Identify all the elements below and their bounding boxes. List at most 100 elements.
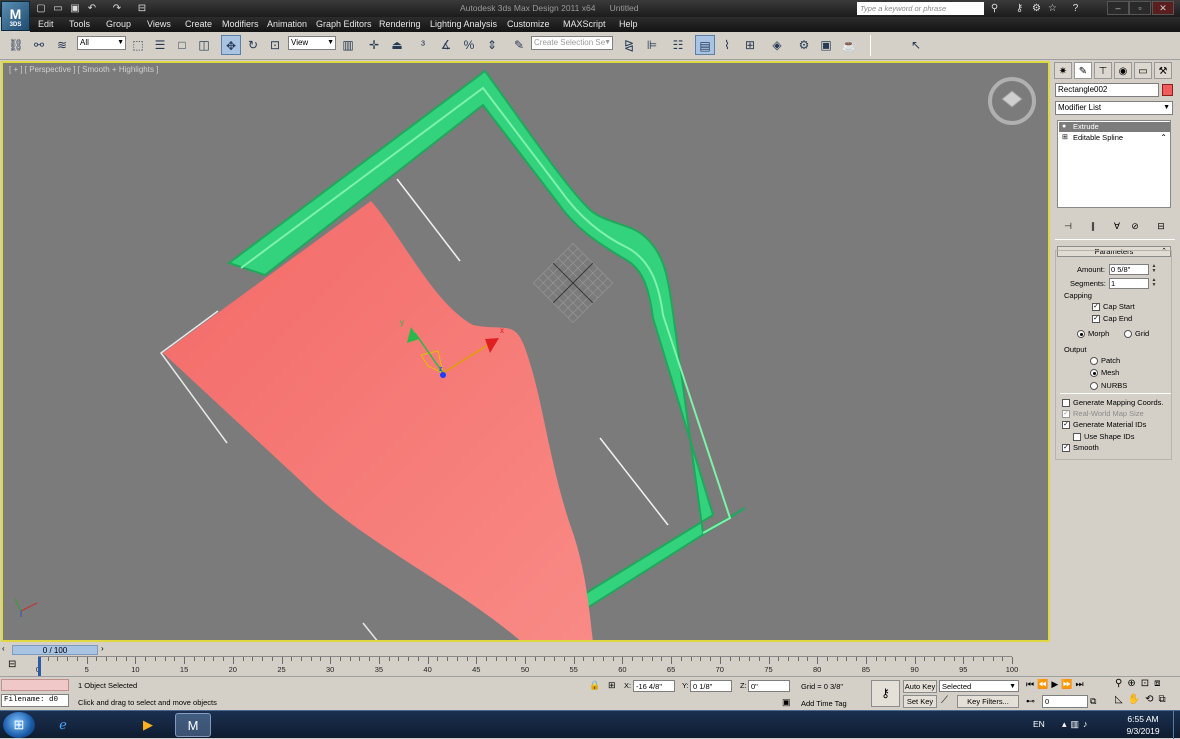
volume-icon[interactable]: ♪ xyxy=(1083,719,1092,729)
lock-selection-icon[interactable]: 🔒 xyxy=(589,680,600,691)
curve-editor-icon[interactable]: ⌇ xyxy=(717,35,737,55)
next-frame-icon[interactable]: ⏩ xyxy=(1061,679,1075,689)
reference-coord-dropdown[interactable]: View ▼ xyxy=(288,36,336,50)
pivot-center-icon[interactable]: ▥ xyxy=(338,35,358,55)
configure-modifier-sets-icon[interactable]: ⊟ xyxy=(1154,220,1168,232)
tab-motion-icon[interactable]: ◉ xyxy=(1114,62,1132,79)
zoom-extents-icon[interactable]: ⊡ xyxy=(1141,678,1154,689)
tab-display-icon[interactable]: ▭ xyxy=(1134,62,1152,79)
object-color-swatch[interactable] xyxy=(1162,84,1173,96)
menu-customize[interactable]: Customize xyxy=(504,18,553,31)
menu-modifiers[interactable]: Modifiers xyxy=(219,18,262,31)
snaps-toggle-icon[interactable]: ³ xyxy=(413,35,433,55)
menu-edit[interactable]: Edit xyxy=(35,18,57,31)
modifier-list-dropdown[interactable]: Modifier List ▼ xyxy=(1055,101,1173,115)
open-file-icon[interactable]: ▭ xyxy=(51,2,65,15)
mirror-icon[interactable]: ⧎ xyxy=(619,35,639,55)
pan-icon[interactable]: ✋ xyxy=(1128,694,1145,705)
select-by-name-icon[interactable]: ☰ xyxy=(150,35,170,55)
tray-arrow-icon[interactable]: ▴ xyxy=(1062,719,1071,729)
show-desktop-button[interactable] xyxy=(1173,711,1180,739)
link-icon[interactable]: ⛓ xyxy=(6,35,26,55)
remove-modifier-icon[interactable]: ⊘ xyxy=(1128,220,1142,232)
menu-lighting-analysis[interactable]: Lighting Analysis xyxy=(427,18,500,31)
angle-snap-icon[interactable]: ∡ xyxy=(436,35,456,55)
maxscript-listener-pink[interactable] xyxy=(1,679,69,691)
edit-named-selection-icon[interactable]: ✎ xyxy=(509,35,529,55)
chevron-left-icon[interactable]: ‹ xyxy=(2,644,5,653)
chevron-up-icon[interactable]: ⌃ xyxy=(1160,133,1167,143)
current-frame-field[interactable]: 0 xyxy=(1042,695,1088,708)
close-button[interactable]: ✕ xyxy=(1152,1,1174,15)
new-file-icon[interactable]: ▢ xyxy=(34,2,48,15)
z-coordinate-field[interactable]: 0" xyxy=(748,680,790,692)
schematic-view-icon[interactable]: ⊞ xyxy=(740,35,760,55)
zoom-extents-all-icon[interactable]: ⧈ xyxy=(1154,678,1165,689)
minimize-button[interactable]: – xyxy=(1107,1,1129,15)
tab-utilities-icon[interactable]: ⚒ xyxy=(1154,62,1172,79)
menu-create[interactable]: Create xyxy=(182,18,215,31)
zoom-all-icon[interactable]: ⊕ xyxy=(1127,678,1140,689)
clock-date[interactable]: 9/3/2019 xyxy=(1113,726,1173,736)
y-coordinate-field[interactable]: 0 1/8" xyxy=(690,680,732,692)
rectangular-selection-icon[interactable]: □ xyxy=(172,35,192,55)
maximize-button[interactable]: ▫ xyxy=(1129,1,1151,15)
tab-modify-icon[interactable]: ✎ xyxy=(1074,62,1092,79)
maximize-viewport-icon[interactable]: ⧉ xyxy=(1159,694,1171,705)
keyboard-shortcut-toggle-icon[interactable]: ⏏ xyxy=(387,35,407,55)
search-input[interactable]: Type a keyword or phrase xyxy=(857,2,984,15)
key-icon[interactable]: ⚷ xyxy=(1012,1,1027,16)
pin-stack-icon[interactable]: ⊣ xyxy=(1061,220,1075,232)
tab-hierarchy-icon[interactable]: ⊤ xyxy=(1094,62,1112,79)
menu-help[interactable]: Help xyxy=(616,18,641,31)
time-configuration-icon[interactable]: ⧉ xyxy=(1090,696,1096,707)
render-production-icon[interactable]: ☕ xyxy=(839,35,859,55)
orbit-icon[interactable]: ⟲ xyxy=(1145,694,1158,705)
frame-ruler[interactable]: 0510152025303540455055606570758085909510… xyxy=(36,656,1018,676)
expand-icon[interactable]: ⊞ xyxy=(1062,133,1068,143)
key-mode-dropdown[interactable]: Selected ▼ xyxy=(939,680,1019,692)
start-button[interactable]: ⊞ xyxy=(3,712,35,738)
layer-manager-icon[interactable]: ☷ xyxy=(668,35,688,55)
select-and-move-icon[interactable]: ✥ xyxy=(221,35,241,55)
track-bar[interactable]: ⊟ 05101520253035404550556065707580859095… xyxy=(0,656,1052,676)
previous-frame-icon[interactable]: ⏪ xyxy=(1037,679,1051,689)
field-of-view-icon[interactable]: ◺ xyxy=(1115,694,1128,705)
play-icon[interactable]: ▶ xyxy=(1051,679,1061,689)
select-tool-icon[interactable]: ↖ xyxy=(905,35,927,55)
absolute-mode-icon[interactable]: ⊞ xyxy=(608,680,616,691)
time-slider[interactable]: 0 / 100 xyxy=(12,645,98,655)
select-object-icon[interactable]: ⬚ xyxy=(128,35,148,55)
select-and-scale-icon[interactable]: ⊡ xyxy=(265,35,285,55)
object-name-field[interactable]: Rectangle002 xyxy=(1055,83,1159,97)
save-icon[interactable]: ▣ xyxy=(68,2,82,15)
menu-animation[interactable]: Animation xyxy=(264,18,310,31)
select-manipulate-icon[interactable]: ✛ xyxy=(364,35,384,55)
menu-rendering[interactable]: Rendering xyxy=(376,18,424,31)
favorites-icon[interactable]: ☆ xyxy=(1045,1,1060,16)
current-frame-marker[interactable] xyxy=(38,657,41,676)
set-key-button[interactable]: Set Key xyxy=(903,695,937,708)
make-unique-icon[interactable]: ∀ xyxy=(1110,220,1124,232)
network-icon[interactable]: ▥ xyxy=(1071,719,1084,729)
select-and-rotate-icon[interactable]: ↻ xyxy=(243,35,263,55)
menu-graph-editors[interactable]: Graph Editors xyxy=(313,18,375,31)
unlink-icon[interactable]: ⚯ xyxy=(29,35,49,55)
set-key-icon[interactable]: ⚷ xyxy=(871,680,900,707)
undo-icon[interactable]: ↶ xyxy=(85,2,99,15)
light-bulb-icon[interactable]: ● xyxy=(1062,122,1066,132)
binoculars-icon[interactable]: ⚲ xyxy=(987,1,1002,16)
stack-item-extrude[interactable]: ● Extrude xyxy=(1059,122,1170,132)
window-crossing-icon[interactable]: ◫ xyxy=(194,35,214,55)
stack-item-editable-spline[interactable]: ⊞ Editable Spline ⌃ xyxy=(1059,133,1170,143)
clock-time[interactable]: 6:55 AM xyxy=(1113,714,1173,724)
spinner-snap-icon[interactable]: ⇕ xyxy=(482,35,502,55)
tab-create-icon[interactable]: ✷ xyxy=(1054,62,1072,79)
maxscript-mini-listener[interactable]: Filename: d0 xyxy=(1,694,69,707)
communication-center-icon[interactable]: ⚙ xyxy=(1029,1,1044,16)
go-to-end-icon[interactable]: ⏭ xyxy=(1075,679,1086,689)
key-mode-toggle-icon[interactable]: ⊷ xyxy=(1026,696,1035,707)
help-icon[interactable]: ? xyxy=(1068,1,1083,16)
project-folder-icon[interactable]: ⊟ xyxy=(135,2,149,15)
x-coordinate-field[interactable]: -16 4/8" xyxy=(633,680,675,692)
